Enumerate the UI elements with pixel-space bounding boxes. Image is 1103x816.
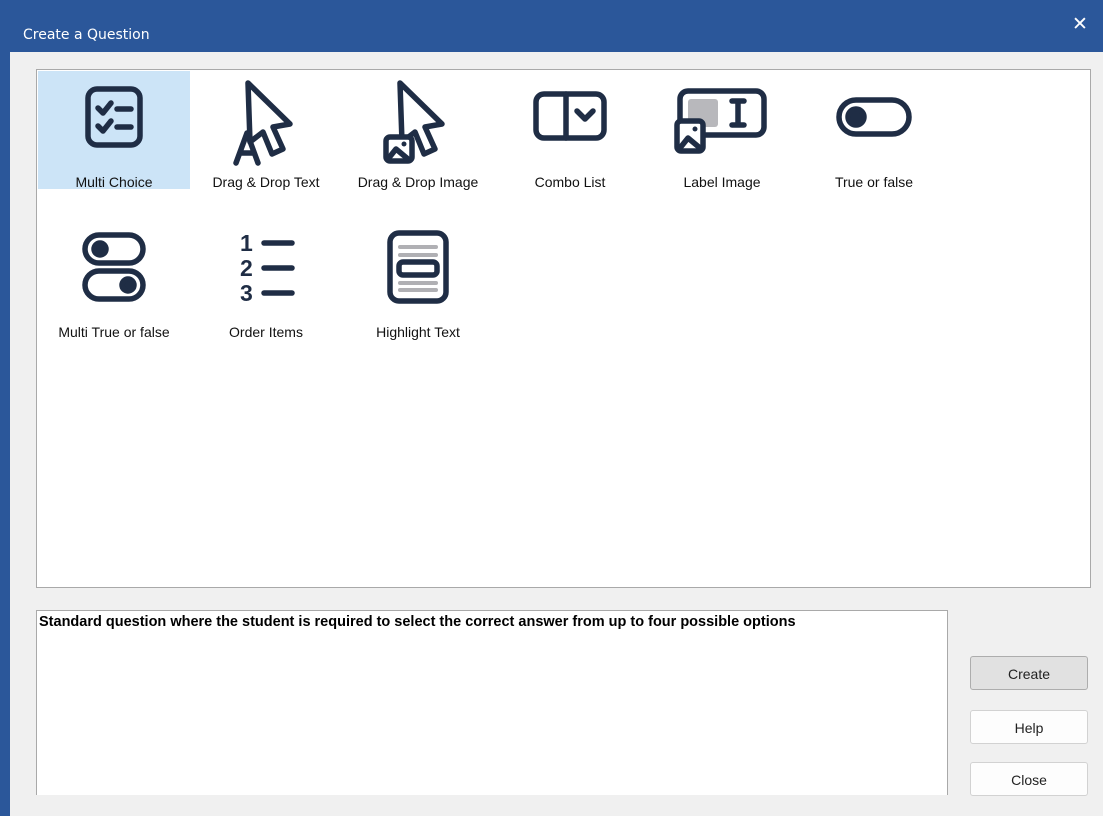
question-type-label-image[interactable]: Label Image — [646, 71, 798, 190]
tile-label: Order Items — [229, 324, 303, 340]
svg-text:1: 1 — [240, 230, 253, 256]
question-type-multi-choice[interactable]: Multi Choice — [38, 71, 190, 190]
question-type-true-or-false[interactable]: True or false — [798, 71, 950, 190]
title-bar: Create a Question ✕ — [10, 10, 1103, 52]
svg-text:2: 2 — [240, 255, 253, 281]
label-image-icon — [646, 77, 798, 167]
tile-label: Highlight Text — [376, 324, 460, 340]
numbered-list-icon: 1 2 3 — [190, 227, 342, 317]
cursor-text-icon — [190, 77, 342, 167]
question-type-highlight-text[interactable]: Highlight Text — [342, 221, 494, 340]
cursor-image-icon — [342, 77, 494, 167]
question-type-drag-drop-image[interactable]: Drag & Drop Image — [342, 71, 494, 190]
question-type-multi-true-or-false[interactable]: Multi True or false — [38, 221, 190, 340]
help-button[interactable]: Help — [970, 710, 1088, 744]
question-type-order-items[interactable]: 1 2 3 Order Items — [190, 221, 342, 340]
tile-label: Label Image — [683, 174, 761, 190]
tile-label: Drag & Drop Text — [212, 174, 320, 190]
close-button[interactable]: Close — [970, 762, 1088, 796]
question-type-gallery: Multi Choice Drag & Drop Text Drag & Dro… — [36, 69, 1091, 588]
tile-label: Drag & Drop Image — [357, 174, 479, 190]
tile-label: Multi True or false — [58, 324, 170, 340]
highlight-text-icon — [342, 227, 494, 317]
question-type-drag-drop-text[interactable]: Drag & Drop Text — [190, 71, 342, 190]
checklist-icon — [38, 77, 190, 167]
tile-label: Combo List — [534, 174, 606, 190]
create-button[interactable]: Create — [970, 656, 1088, 690]
create-question-dialog: Create a Question ✕ Multi Choice Drag & … — [10, 10, 1103, 816]
dropdown-icon — [494, 77, 646, 167]
tile-label: Multi Choice — [75, 174, 153, 190]
tile-label: True or false — [834, 174, 914, 190]
close-window-icon[interactable]: ✕ — [1057, 10, 1103, 42]
description-text: Standard question where the student is r… — [39, 614, 796, 630]
description-box: Standard question where the student is r… — [36, 610, 948, 795]
toggle-icon — [798, 77, 950, 167]
double-toggle-icon — [38, 227, 190, 317]
svg-text:3: 3 — [240, 280, 253, 306]
question-type-combo-list[interactable]: Combo List — [494, 71, 646, 190]
window-title: Create a Question — [23, 27, 150, 43]
